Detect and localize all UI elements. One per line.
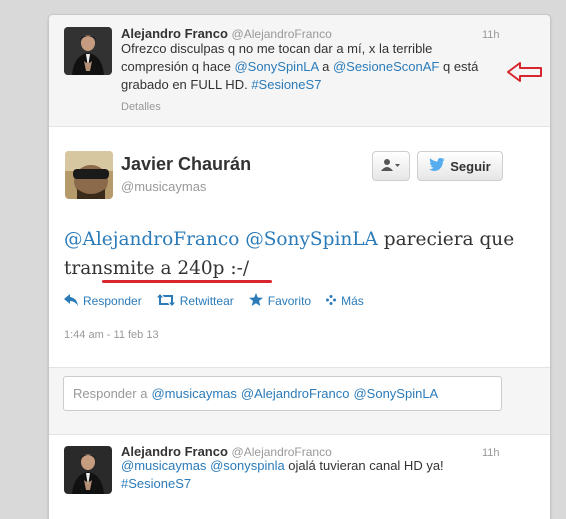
red-underline-annotation xyxy=(102,280,272,283)
avatar[interactable] xyxy=(64,27,112,75)
retweet-label: Retwittear xyxy=(179,294,234,308)
reply-action[interactable]: Responder xyxy=(64,293,142,309)
more-action[interactable]: Más xyxy=(326,293,364,309)
more-dots-icon xyxy=(326,294,337,308)
details-link[interactable]: Detalles xyxy=(121,101,161,113)
tweet-text: Ofrezco disculpas q no me tocan dar a mí… xyxy=(121,40,491,94)
mention-link[interactable]: @SonySpinLA xyxy=(234,59,318,74)
tweet-text-part: ojalá tuvieran canal HD ya! xyxy=(284,458,444,473)
hashtag-link[interactable]: #SesioneS7 xyxy=(251,77,321,92)
retweet-action[interactable]: Retwittear xyxy=(156,293,234,309)
star-icon xyxy=(248,293,263,309)
mention-link: @AlejandroFranco xyxy=(240,386,350,401)
follow-button[interactable]: Seguir xyxy=(417,151,503,181)
tweet-actions: Responder Retwittear Favorito Más xyxy=(64,293,364,309)
mention-link[interactable]: @musicaymas xyxy=(121,458,206,473)
mention-link[interactable]: @SonySpinLA xyxy=(245,229,378,250)
mention-link[interactable]: @AlejandroFranco xyxy=(64,229,239,250)
conversation-panel: Alejandro Franco @AlejandroFranco 11h Of… xyxy=(48,14,551,519)
favorite-label: Favorito xyxy=(267,294,312,308)
follow-label: Seguir xyxy=(450,158,491,174)
twitter-bird-icon xyxy=(429,157,446,174)
mention-link[interactable]: @SesioneSconAF xyxy=(333,59,439,74)
mention-link: @musicaymas xyxy=(151,386,237,401)
main-tweet: Javier Chaurán @musicaymas Seguir @Aleja… xyxy=(49,127,550,367)
author-handle[interactable]: @musicaymas xyxy=(121,179,206,194)
author-handle[interactable]: @AlejandroFranco xyxy=(232,27,332,41)
reply-icon xyxy=(64,293,78,309)
more-label: Más xyxy=(341,294,364,308)
hashtag-link[interactable]: #SesioneS7 xyxy=(121,476,191,491)
user-actions-button[interactable] xyxy=(372,151,410,181)
reply-area: Responder a @musicaymas @AlejandroFranco… xyxy=(49,367,550,435)
tweet-text: @musicaymas @sonyspinla ojalá tuvieran c… xyxy=(121,457,521,493)
favorite-action[interactable]: Favorito xyxy=(248,293,312,309)
avatar[interactable] xyxy=(64,446,112,494)
tweet-timestamp[interactable]: 1:44 am - 11 feb 13 xyxy=(64,329,159,341)
author-name[interactable]: Alejandro Franco xyxy=(121,26,228,41)
retweet-icon xyxy=(156,293,175,309)
mention-link: @SonySpinLA xyxy=(353,386,439,401)
tweet-text: @AlejandroFranco @SonySpinLA pareciera q… xyxy=(64,225,534,283)
author-row: Alejandro Franco @AlejandroFranco xyxy=(121,26,332,41)
reply-label: Responder xyxy=(83,294,142,308)
reply-input[interactable]: Responder a @musicaymas @AlejandroFranco… xyxy=(63,376,502,411)
reply-prefix: Responder a xyxy=(73,386,148,401)
reply-tweet[interactable]: Alejandro Franco @AlejandroFranco 11h @m… xyxy=(49,435,550,519)
mention-link[interactable]: @sonyspinla xyxy=(210,458,285,473)
avatar[interactable] xyxy=(65,151,113,199)
user-dropdown-icon xyxy=(381,158,401,175)
context-tweet[interactable]: Alejandro Franco @AlejandroFranco 11h Of… xyxy=(49,15,550,127)
tweet-text-part: a xyxy=(318,59,333,74)
author-name[interactable]: Javier Chaurán xyxy=(121,154,251,175)
red-arrow-annotation xyxy=(505,60,545,84)
